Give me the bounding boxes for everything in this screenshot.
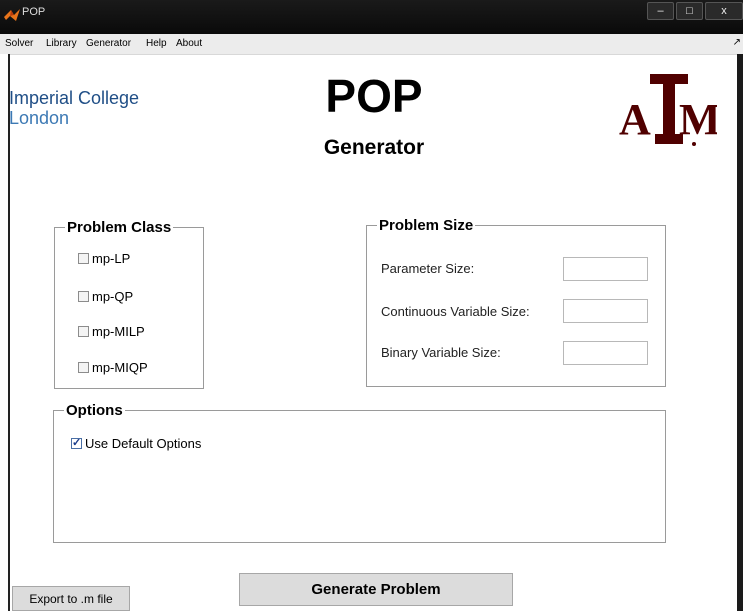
- menu-solver[interactable]: Solver: [5, 38, 33, 49]
- checkbox-mp-miqp[interactable]: mp-MIQP: [78, 360, 148, 375]
- checkbox-box-checked[interactable]: [71, 436, 82, 449]
- continuous-variable-size-input[interactable]: [563, 299, 648, 323]
- checkbox-box[interactable]: [78, 326, 89, 337]
- title-bar: POP ‒ □ x: [0, 0, 743, 34]
- svg-text:M: M: [679, 95, 717, 144]
- close-button[interactable]: x: [705, 2, 743, 20]
- parameter-size-input[interactable]: [563, 257, 648, 281]
- problem-class-legend: Problem Class: [67, 219, 172, 236]
- svg-text:A: A: [619, 95, 651, 144]
- menu-bar: Solver Library Generator Help About ↗: [0, 34, 743, 55]
- minimize-button[interactable]: ‒: [647, 2, 674, 20]
- checkbox-box[interactable]: [78, 291, 89, 302]
- export-to-m-file-button[interactable]: Export to .m file: [12, 586, 130, 611]
- texas-am-logo: A M: [619, 74, 717, 146]
- menu-library[interactable]: Library: [46, 38, 77, 49]
- window-title: POP: [22, 6, 46, 18]
- checkbox-box[interactable]: [78, 253, 89, 264]
- checkbox-mp-lp[interactable]: mp-LP: [78, 251, 130, 266]
- checkbox-label: Use Default Options: [85, 436, 202, 451]
- checkbox-mp-milp[interactable]: mp-MILP: [78, 324, 145, 339]
- checkbox-label: mp-QP: [92, 289, 134, 304]
- binary-variable-size-label: Binary Variable Size:: [381, 345, 501, 360]
- checkbox-box[interactable]: [78, 362, 89, 373]
- generate-problem-button[interactable]: Generate Problem: [239, 573, 513, 606]
- imperial-logo-line1: Imperial College: [9, 88, 140, 108]
- imperial-logo-line2: London: [9, 108, 70, 128]
- checkbox-mp-qp[interactable]: mp-QP: [78, 289, 133, 304]
- window-frame-right: [737, 54, 743, 611]
- options-group: Options: [53, 402, 666, 543]
- menu-generator[interactable]: Generator: [86, 38, 131, 49]
- checkbox-label: mp-MIQP: [92, 360, 148, 375]
- page-subtitle: Generator: [323, 136, 425, 159]
- page-title: POP: [325, 70, 423, 122]
- matlab-icon: [4, 9, 20, 21]
- problem-size-legend: Problem Size: [379, 217, 474, 234]
- window-frame-left: [0, 54, 10, 611]
- parameter-size-label: Parameter Size:: [381, 261, 475, 276]
- continuous-variable-size-label: Continuous Variable Size:: [381, 304, 530, 319]
- checkbox-label: mp-MILP: [92, 324, 145, 339]
- maximize-button[interactable]: □: [676, 2, 703, 20]
- menu-about[interactable]: About: [176, 38, 202, 49]
- checkbox-label: mp-LP: [92, 251, 131, 266]
- checkbox-use-default-options[interactable]: Use Default Options: [71, 436, 201, 451]
- imperial-college-logo: Imperial College London: [9, 88, 139, 128]
- options-legend: Options: [66, 402, 123, 419]
- menu-help[interactable]: Help: [146, 38, 167, 49]
- binary-variable-size-input[interactable]: [563, 341, 648, 365]
- toolbar-overflow-icon[interactable]: ↗: [733, 37, 741, 48]
- window-controls: ‒ □ x: [645, 2, 743, 20]
